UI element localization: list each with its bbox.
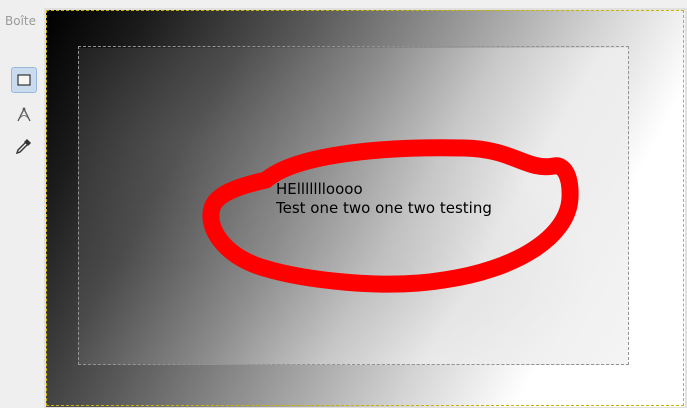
paths-tool-button[interactable]	[11, 102, 37, 128]
canvas-text-line-1: HEllllllloooo	[276, 180, 363, 198]
color-picker-tool-button[interactable]	[11, 133, 37, 159]
canvas-text: HEllllllloooo Test one two one two testi…	[276, 180, 492, 218]
paths-icon	[15, 106, 33, 124]
image-canvas[interactable]: HEllllllloooo Test one two one two testi…	[44, 8, 687, 408]
rect-select-icon	[16, 72, 32, 88]
toolbox-title: Boîte	[5, 14, 36, 28]
toolbox-panel: Boîte	[0, 0, 45, 408]
rect-select-tool-button[interactable]	[11, 67, 37, 93]
color-picker-icon	[15, 137, 33, 155]
canvas-text-line-2: Test one two one two testing	[276, 199, 492, 217]
